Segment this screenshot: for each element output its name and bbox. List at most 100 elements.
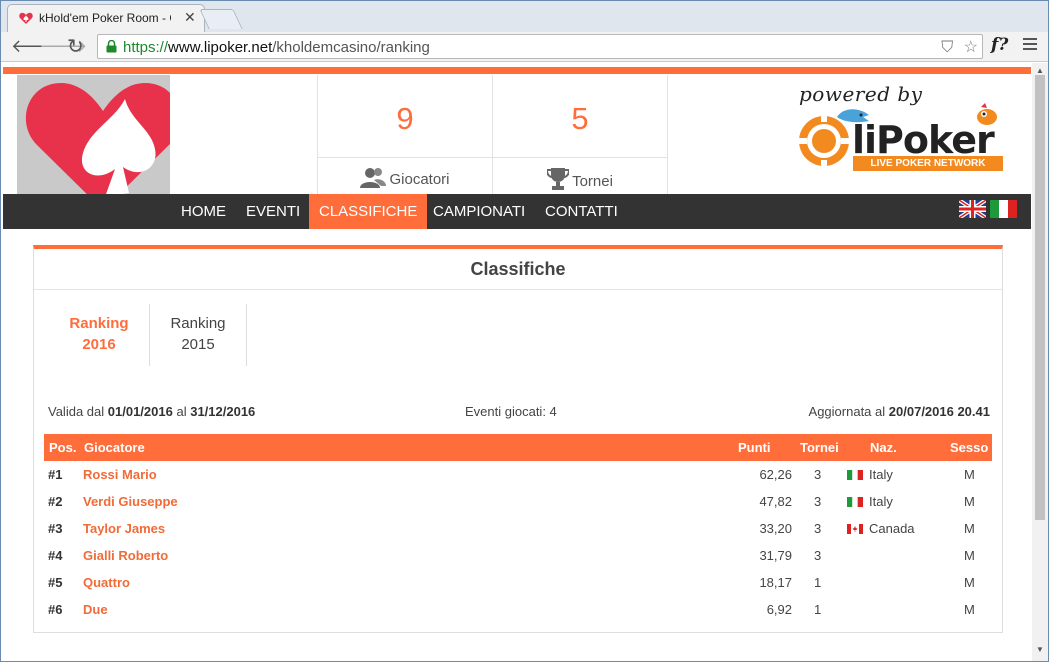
- uk-flag-icon[interactable]: [959, 200, 986, 218]
- player-gender: M: [964, 521, 975, 536]
- tab-ranking-2016[interactable]: Ranking 2016: [50, 304, 148, 366]
- col-points: Punti: [738, 440, 771, 455]
- scroll-down-arrow-icon[interactable]: ▼: [1036, 645, 1044, 654]
- vertical-scrollbar[interactable]: ▲ ▼: [1032, 63, 1048, 661]
- scroll-thumb[interactable]: [1035, 75, 1045, 520]
- col-gender: Sesso: [950, 440, 989, 455]
- player-link[interactable]: Rossi Mario: [83, 467, 157, 482]
- updated-prefix: Aggiornata al: [808, 404, 886, 419]
- rank-position: #6: [48, 602, 63, 617]
- player-tournaments: 3: [814, 548, 822, 563]
- tab-label: Ranking: [69, 315, 129, 332]
- player-link[interactable]: Quattro: [83, 575, 130, 590]
- accent-top-bar: [3, 67, 1031, 74]
- scroll-up-arrow-icon[interactable]: ▲: [1036, 66, 1044, 75]
- player-nation: Canada: [847, 521, 915, 536]
- player-points: 47,82: [759, 494, 792, 509]
- table-row: #1 Rossi Mario 62,26 3 Italy M: [44, 461, 992, 488]
- events-played: Eventi giocati: 4: [465, 404, 557, 419]
- reload-icon[interactable]: ↻: [67, 34, 84, 59]
- trophy-icon: [546, 168, 571, 190]
- player-link[interactable]: Taylor James: [83, 521, 165, 536]
- player-gender: M: [964, 494, 975, 509]
- lock-icon: [106, 40, 117, 53]
- tournaments-label-box: Tornei: [493, 157, 667, 194]
- new-tab-button[interactable]: [199, 9, 243, 29]
- ranking-table-header: Pos. Giocatore Punti Tornei Naz. Sesso: [44, 434, 992, 461]
- tab-close-icon[interactable]: ✕: [184, 9, 196, 26]
- tab-ranking-2015[interactable]: Ranking 2015: [149, 304, 247, 366]
- address-bar[interactable]: https://www.lipoker.net/kholdemcasino/ra…: [97, 34, 983, 59]
- nav-campionati[interactable]: CAMPIONATI: [423, 194, 535, 229]
- ranking-panel: Classifiche Ranking 2016 Ranking 2015 Va…: [33, 245, 1003, 633]
- player-points: 62,26: [759, 467, 792, 482]
- table-row: #3 Taylor James 33,20 3 Canada M: [44, 515, 992, 542]
- url-scheme: https://: [123, 39, 169, 56]
- nav-classifiche[interactable]: CLASSIFICHE: [309, 194, 428, 229]
- tournaments-label: Tornei: [572, 173, 613, 190]
- players-label-box: Giocatori: [318, 157, 492, 194]
- italy-flag-icon: [847, 497, 863, 507]
- powered-by-text: powered by: [799, 82, 923, 106]
- player-tournaments: 3: [814, 494, 822, 509]
- col-nation: Naz.: [870, 440, 897, 455]
- italy-flag-icon[interactable]: [990, 200, 1017, 218]
- player-points: 33,20: [759, 521, 792, 536]
- italy-flag-icon: [847, 470, 863, 480]
- valid-to: 31/12/2016: [190, 404, 256, 419]
- heart-spade-favicon-icon: [19, 12, 33, 24]
- players-stat: 9 Giocatori: [317, 75, 492, 194]
- player-nation: Italy: [847, 494, 893, 509]
- tab-title: kHold'em Poker Room - C: [39, 11, 171, 25]
- table-row: #2 Verdi Giuseppe 47,82 3 Italy M: [44, 488, 992, 515]
- url-path: /kholdemcasino/ranking: [272, 39, 430, 56]
- player-gender: M: [964, 467, 975, 482]
- menu-hamburger-icon[interactable]: [1023, 38, 1037, 53]
- valid-from: 01/01/2016: [107, 404, 173, 419]
- players-label: Giocatori: [389, 171, 450, 188]
- player-tournaments: 3: [814, 467, 822, 482]
- shield-icon[interactable]: ⛉: [941, 39, 953, 56]
- page-content: 9 Giocatori 5 Tornei powered by liPoker …: [2, 63, 1032, 661]
- bookmark-star-icon[interactable]: ☆: [964, 39, 978, 56]
- col-player: Giocatore: [84, 440, 145, 455]
- player-nation: Italy: [847, 467, 893, 482]
- nation-name: Italy: [869, 494, 893, 509]
- brand-tagline: LIVE POKER NETWORK: [853, 156, 1003, 171]
- player-tournaments: 1: [814, 602, 822, 617]
- browser-tab[interactable]: kHold'em Poker Room - C ✕: [7, 4, 205, 32]
- player-points: 6,92: [766, 602, 792, 617]
- browser-window: kHold'em Poker Room - C ✕ 🡐 🡒 ↻ https://…: [0, 0, 1049, 662]
- nav-eventi[interactable]: EVENTI: [236, 194, 310, 229]
- table-row: #6 Due 6,92 1 M: [44, 596, 992, 623]
- nav-contatti[interactable]: CONTATTI: [535, 194, 628, 229]
- tab-year: 2016: [82, 336, 116, 353]
- rank-position: #1: [48, 467, 63, 482]
- players-count: 9: [396, 101, 414, 136]
- table-row: #5 Quattro 18,17 1 M: [44, 569, 992, 596]
- player-points: 18,17: [759, 575, 792, 590]
- valid-prefix: Valida dal: [48, 404, 105, 419]
- url-host: www.lipoker.net: [168, 39, 273, 56]
- player-link[interactable]: Gialli Roberto: [83, 548, 168, 563]
- browser-toolbar: 🡐 🡒 ↻ https://www.lipoker.net/kholdemcas…: [1, 32, 1048, 62]
- table-row: #4 Gialli Roberto 31,79 3 M: [44, 542, 992, 569]
- player-link[interactable]: Due: [83, 602, 108, 617]
- stat-divider: [667, 75, 668, 194]
- player-link[interactable]: Verdi Giuseppe: [83, 494, 178, 509]
- rank-position: #4: [48, 548, 63, 563]
- url-text: https://www.lipoker.net/kholdemcasino/ra…: [123, 39, 430, 56]
- nav-home[interactable]: HOME: [171, 194, 236, 229]
- player-gender: M: [964, 602, 975, 617]
- canada-flag-icon: [847, 524, 863, 534]
- tab-label: Ranking: [170, 315, 226, 332]
- rank-position: #3: [48, 521, 63, 536]
- updated-at: 20/07/2016 20.41: [888, 404, 990, 419]
- omnibox-icons: ⛉ ☆: [941, 37, 978, 57]
- rank-position: #2: [48, 494, 63, 509]
- panel-title: Classifiche: [34, 249, 1002, 290]
- extension-button[interactable]: f?: [991, 35, 1008, 55]
- player-points: 31,79: [759, 548, 792, 563]
- lipoker-logo[interactable]: liPoker LIVE POKER NETWORK: [797, 103, 1007, 175]
- tournaments-stat: 5 Tornei: [492, 75, 667, 194]
